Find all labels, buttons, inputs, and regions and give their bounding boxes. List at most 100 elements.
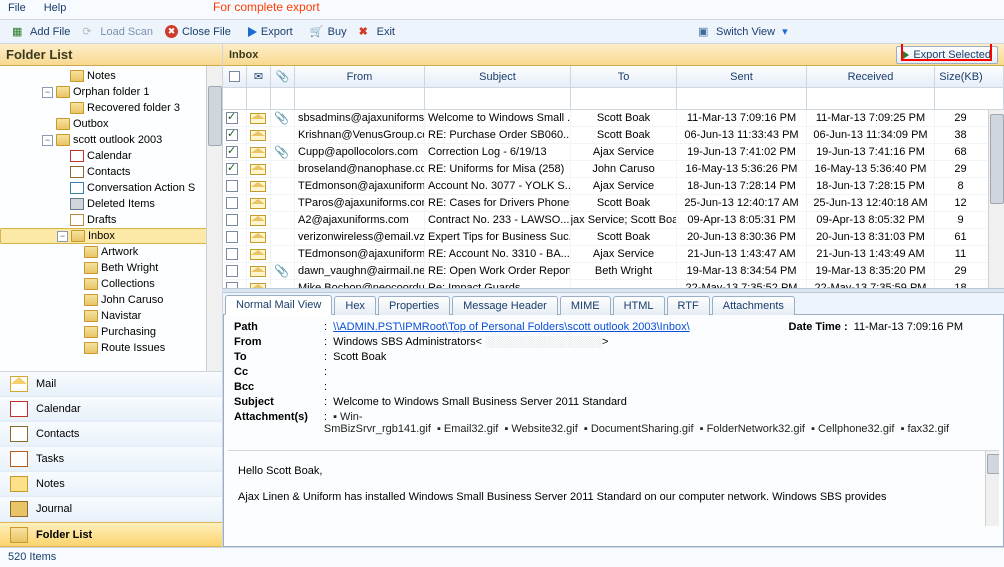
paperclip-icon: 📎 — [274, 264, 289, 278]
path-link-2[interactable]: of Personal Folders\scott outlook 2003\I… — [466, 321, 690, 333]
row-checkbox[interactable] — [226, 248, 238, 260]
attachment-item[interactable]: ▪DocumentSharing.gif — [584, 423, 700, 435]
tree-node[interactable]: −Inbox — [0, 228, 222, 244]
grid-body[interactable]: 📎sbsadmins@ajaxuniforms.comWelcome to Wi… — [223, 110, 1004, 288]
tree-node[interactable]: Outbox — [0, 116, 222, 132]
buy-button[interactable]: Buy — [304, 21, 353, 43]
tree-node[interactable]: −Orphan folder 1 — [0, 84, 222, 100]
tree-node[interactable]: Artwork — [0, 244, 222, 260]
attachment-item[interactable]: ▪Website32.gif — [504, 423, 583, 435]
row-checkbox[interactable] — [226, 265, 238, 277]
nav-calendar[interactable]: Calendar — [0, 397, 222, 422]
table-row[interactable]: 📎dawn_vaughn@airmail.netRE: Open Work Or… — [223, 263, 1004, 280]
table-row[interactable]: 📎sbsadmins@ajaxuniforms.comWelcome to Wi… — [223, 110, 1004, 127]
path-link-1[interactable]: \\ADMIN.PST\IPMRoot\Top — [333, 321, 466, 333]
switch-view-button[interactable]: Switch View▾ — [692, 21, 794, 43]
tree-node[interactable]: Drafts — [0, 212, 222, 228]
play-icon — [248, 27, 257, 37]
table-row[interactable]: verizonwireless@email.vzws...Expert Tips… — [223, 229, 1004, 246]
tree-node[interactable]: Deleted Items — [0, 196, 222, 212]
tab-html[interactable]: HTML — [613, 296, 665, 315]
tree-node[interactable]: Notes — [0, 68, 222, 84]
attachment-item[interactable]: ▪Email32.gif — [437, 423, 504, 435]
message-body[interactable]: Hello Scott Boak, Ajax Linen & Uniform h… — [228, 450, 999, 526]
tab-attachments[interactable]: Attachments — [712, 296, 795, 315]
col-from[interactable]: From — [295, 66, 425, 87]
val-subject: Welcome to Windows Small Business Server… — [333, 396, 627, 408]
lbl-att: Attachment(s) — [234, 411, 324, 423]
col-subject[interactable]: Subject — [425, 66, 571, 87]
envelope-icon — [250, 181, 266, 192]
row-checkbox[interactable] — [226, 214, 238, 226]
nav-tasks[interactable]: Tasks — [0, 447, 222, 472]
attachment-item[interactable]: ▪FolderNetwork32.gif — [700, 423, 811, 435]
col-checkbox[interactable] — [223, 66, 247, 87]
envelope-icon — [250, 283, 266, 289]
tree-node[interactable]: Navistar — [0, 308, 222, 324]
col-received[interactable]: Received — [807, 66, 935, 87]
table-row[interactable]: TEdmonson@ajaxuniforms.c...Account No. 3… — [223, 178, 1004, 195]
inbox-header: Inbox Export Selected — [223, 44, 1004, 66]
tab-properties[interactable]: Properties — [378, 296, 450, 315]
menu-help[interactable]: Help — [44, 2, 67, 17]
tree-scrollbar[interactable] — [206, 66, 222, 371]
tab-mime[interactable]: MIME — [560, 296, 611, 315]
tree-node[interactable]: Beth Wright — [0, 260, 222, 276]
tree-node[interactable]: Recovered folder 3 — [0, 100, 222, 116]
row-checkbox[interactable] — [226, 231, 238, 243]
row-checkbox[interactable] — [226, 163, 238, 175]
tree-node[interactable]: Route Issues — [0, 340, 222, 356]
folder-tree[interactable]: Notes−Orphan folder 1Recovered folder 3O… — [0, 66, 222, 358]
export-button[interactable]: Export — [242, 21, 299, 43]
attachment-item[interactable]: ▪fax32.gif — [901, 423, 956, 435]
col-sent[interactable]: Sent — [677, 66, 807, 87]
row-checkbox[interactable] — [226, 146, 238, 158]
tree-node[interactable]: Contacts — [0, 164, 222, 180]
grid-scrollbar[interactable] — [988, 110, 1004, 288]
load-scan-button[interactable]: Load Scan — [76, 21, 159, 43]
body-scrollbar[interactable] — [985, 451, 999, 526]
row-checkbox[interactable] — [226, 180, 238, 192]
tree-node[interactable]: Purchasing — [0, 324, 222, 340]
table-row[interactable]: 📎Cupp@apollocolors.comCorrection Log - 6… — [223, 144, 1004, 161]
table-row[interactable]: TEdmonson@ajaxuniforms.c...RE: Account N… — [223, 246, 1004, 263]
col-icon[interactable]: ✉ — [247, 66, 271, 87]
left-panel: Folder List Notes−Orphan folder 1Recover… — [0, 44, 223, 547]
envelope-icon — [250, 113, 266, 124]
row-checkbox[interactable] — [226, 129, 238, 141]
nav-mail[interactable]: Mail — [0, 372, 222, 397]
table-row[interactable]: Krishnan@VenusGroup.comRE: Purchase Orde… — [223, 127, 1004, 144]
col-size[interactable]: Size(KB) — [935, 66, 1004, 87]
add-file-button[interactable]: Add File — [6, 21, 76, 43]
menu-file[interactable]: File — [8, 2, 26, 17]
close-file-button[interactable]: Close File — [159, 21, 237, 43]
tab-message-header[interactable]: Message Header — [452, 296, 558, 315]
tree-node[interactable]: Conversation Action S — [0, 180, 222, 196]
status-bar: 520 Items — [0, 547, 1004, 567]
attachment-item[interactable]: ▪Win-SmBizSrvr_rgb141.gif — [324, 411, 437, 435]
tab-hex[interactable]: Hex — [334, 296, 376, 315]
tab-normal-mail-view[interactable]: Normal Mail View — [225, 295, 332, 315]
tree-node[interactable]: John Caruso — [0, 292, 222, 308]
tree-node[interactable]: −scott outlook 2003 — [0, 132, 222, 148]
row-checkbox[interactable] — [226, 282, 238, 288]
table-row[interactable]: A2@ajaxuniforms.comContract No. 233 - LA… — [223, 212, 1004, 229]
attachment-item[interactable]: ▪Cellphone32.gif — [811, 423, 900, 435]
tab-rtf[interactable]: RTF — [667, 296, 710, 315]
grid-filter-row[interactable] — [223, 88, 1004, 110]
body-line: Ajax Linen & Uniform has installed Windo… — [238, 491, 989, 503]
nav-folder-list[interactable]: Folder List — [0, 522, 222, 547]
exit-button[interactable]: Exit — [353, 21, 401, 43]
col-attachment[interactable]: 📎 — [271, 66, 295, 87]
row-checkbox[interactable] — [226, 112, 238, 124]
table-row[interactable]: Mike Bochon@neocoorduRe: Impact Guards22… — [223, 280, 1004, 288]
tree-node[interactable]: Collections — [0, 276, 222, 292]
nav-notes[interactable]: Notes — [0, 472, 222, 497]
nav-contacts[interactable]: Contacts — [0, 422, 222, 447]
tree-node[interactable]: Calendar — [0, 148, 222, 164]
col-to[interactable]: To — [571, 66, 677, 87]
row-checkbox[interactable] — [226, 197, 238, 209]
table-row[interactable]: TParos@ajaxuniforms.comRE: Cases for Dri… — [223, 195, 1004, 212]
table-row[interactable]: broseland@nanophase.comRE: Uniforms for … — [223, 161, 1004, 178]
nav-journal[interactable]: Journal — [0, 497, 222, 522]
